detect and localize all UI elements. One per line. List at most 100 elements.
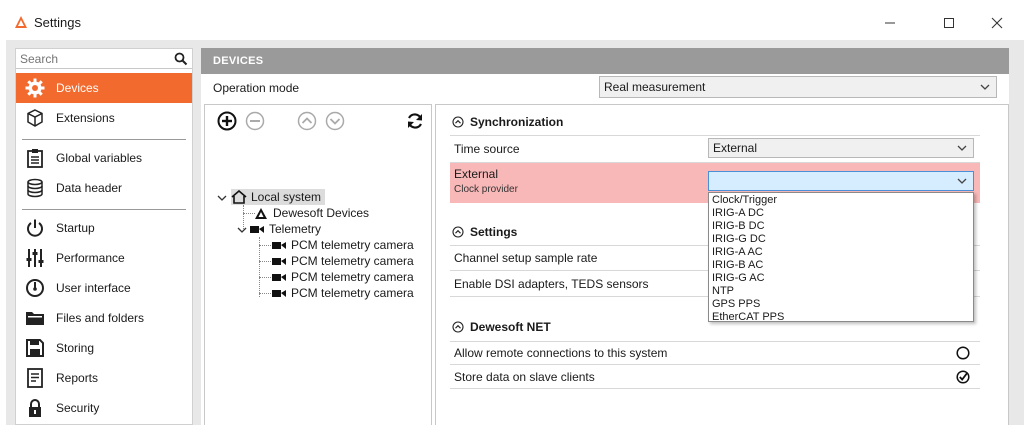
sidebar-item-files-and-folders[interactable]: Files and folders (16, 303, 192, 333)
dropdown-option[interactable]: GPS PPS (712, 298, 760, 311)
chevron-down-icon[interactable] (237, 225, 247, 235)
operation-mode-select[interactable]: Real measurement (599, 76, 997, 98)
setting-label: Enable DSI adapters, TEDS sensors (454, 276, 649, 291)
sidebar-item-extensions[interactable]: Extensions (16, 103, 192, 133)
sidebar-divider (22, 209, 186, 210)
camera-icon (271, 286, 287, 300)
chevron-down-icon (957, 178, 967, 184)
sidebar-item-global-variables[interactable]: Global variables (16, 143, 192, 173)
search-input[interactable] (18, 51, 168, 67)
tree-node-camera[interactable]: PCM telemetry camera (271, 237, 414, 253)
dropdown-option[interactable]: IRIG-B AC (712, 259, 763, 272)
tree-node-camera[interactable]: PCM telemetry camera (271, 253, 414, 269)
time-source-select[interactable]: External (708, 138, 974, 158)
sidebar-item-security[interactable]: Security (16, 393, 192, 423)
store-data-row: Store data on slave clients (450, 365, 980, 389)
chevron-down-icon[interactable] (217, 193, 227, 203)
minimize-icon (885, 22, 895, 24)
sidebar-item-label: Security (56, 401, 100, 415)
time-source-label: Time source (454, 142, 520, 156)
device-settings-pane: Synchronization Time source External Ext… (435, 104, 1009, 425)
sidebar-item-performance[interactable]: Performance (16, 243, 192, 273)
main-panel: DEVICES Operation mode Real measurement … (201, 48, 1009, 425)
sidebar-item-label: Reports (56, 371, 99, 385)
tree-connector (259, 261, 271, 262)
tree-node-camera[interactable]: PCM telemetry camera (271, 285, 414, 301)
maximize-icon (944, 18, 954, 28)
synchronization-section-toggle[interactable]: Synchronization (452, 115, 563, 129)
dropdown-option[interactable]: IRIG-G DC (712, 233, 766, 246)
tree-connector (259, 277, 271, 278)
minimize-button[interactable] (868, 8, 912, 38)
camera-icon (271, 270, 287, 284)
refresh-icon[interactable] (405, 111, 425, 131)
dropdown-option[interactable]: EtherCAT PPS (712, 311, 784, 324)
tree-node-label: PCM telemetry camera (291, 286, 414, 300)
tree-node-label: PCM telemetry camera (291, 270, 414, 284)
camera-icon (249, 222, 265, 236)
clock-provider-dropdown-list: Clock/Trigger IRIG-A DC IRIG-B DC IRIG-G… (708, 192, 974, 324)
dewesoft-logo-icon (253, 206, 269, 220)
external-label: External (454, 167, 499, 181)
report-icon (24, 367, 46, 389)
sidebar-item-storing[interactable]: Storing (16, 333, 192, 363)
maximize-button[interactable] (927, 8, 971, 38)
tree-connector (259, 245, 271, 246)
database-icon (24, 177, 46, 199)
dropdown-option[interactable]: IRIG-A AC (712, 246, 763, 259)
sidebar-item-label: Extensions (56, 111, 115, 125)
chevron-down-icon (980, 84, 990, 90)
save-icon (24, 337, 46, 359)
gauge-icon (24, 277, 46, 299)
sidebar-item-label: Devices (56, 81, 99, 95)
search-icon[interactable] (174, 52, 188, 66)
tree-node-local-system[interactable]: Local system (231, 189, 326, 205)
chevron-up-circle-icon (452, 116, 464, 128)
dropdown-option[interactable]: Clock/Trigger (712, 194, 777, 207)
tree-node-telemetry[interactable]: Telemetry (249, 221, 321, 237)
home-icon (231, 190, 247, 204)
cube-icon (24, 107, 46, 129)
add-icon[interactable] (217, 111, 237, 131)
tree-connector (259, 237, 260, 297)
window-title: Settings (34, 15, 81, 30)
sidebar-divider (22, 139, 186, 140)
remove-icon[interactable] (245, 111, 265, 131)
move-down-icon[interactable] (325, 111, 345, 131)
tree-node-label: PCM telemetry camera (291, 254, 414, 268)
operation-mode-label: Operation mode (213, 81, 300, 95)
clipboard-icon (24, 147, 46, 169)
setting-label: Allow remote connections to this system (454, 346, 668, 360)
chevron-up-circle-icon (452, 226, 464, 238)
sidebar-item-data-header[interactable]: Data header (16, 173, 192, 203)
close-button[interactable] (975, 8, 1019, 38)
dropdown-option[interactable]: IRIG-G AC (712, 272, 765, 285)
time-source-value: External (713, 141, 758, 155)
sidebar-item-user-interface[interactable]: User interface (16, 273, 192, 303)
dropdown-option[interactable]: IRIG-B DC (712, 220, 765, 233)
section-title: Synchronization (470, 115, 564, 129)
tree-node-label: Dewesoft Devices (273, 206, 370, 220)
check-circle-icon[interactable] (956, 370, 970, 384)
move-up-icon[interactable] (297, 111, 317, 131)
sidebar-item-devices[interactable]: Devices (16, 73, 192, 103)
sidebar: Devices Extensions Global variables Data… (15, 48, 193, 425)
section-title: Dewesoft NET (470, 320, 551, 334)
tree-node-dewesoft-devices[interactable]: Dewesoft Devices (253, 205, 369, 221)
settings-section-toggle[interactable]: Settings (452, 225, 517, 239)
folder-icon (24, 307, 46, 329)
sidebar-item-startup[interactable]: Startup (16, 213, 192, 243)
tree-node-camera[interactable]: PCM telemetry camera (271, 269, 414, 285)
dropdown-option[interactable]: NTP (712, 285, 734, 298)
clock-provider-select[interactable] (708, 171, 974, 191)
sidebar-item-label: Storing (56, 341, 95, 355)
sidebar-item-label: Global variables (56, 151, 143, 165)
allow-remote-row: Allow remote connections to this system (450, 341, 980, 365)
dewesoft-net-section-toggle[interactable]: Dewesoft NET (452, 320, 551, 334)
dropdown-option[interactable]: IRIG-A DC (712, 207, 764, 220)
close-icon (991, 17, 1003, 29)
sidebar-item-reports[interactable]: Reports (16, 363, 192, 393)
sidebar-item-label: User interface (56, 281, 131, 295)
radio-unchecked-icon[interactable] (956, 346, 970, 360)
search-box (16, 49, 192, 69)
